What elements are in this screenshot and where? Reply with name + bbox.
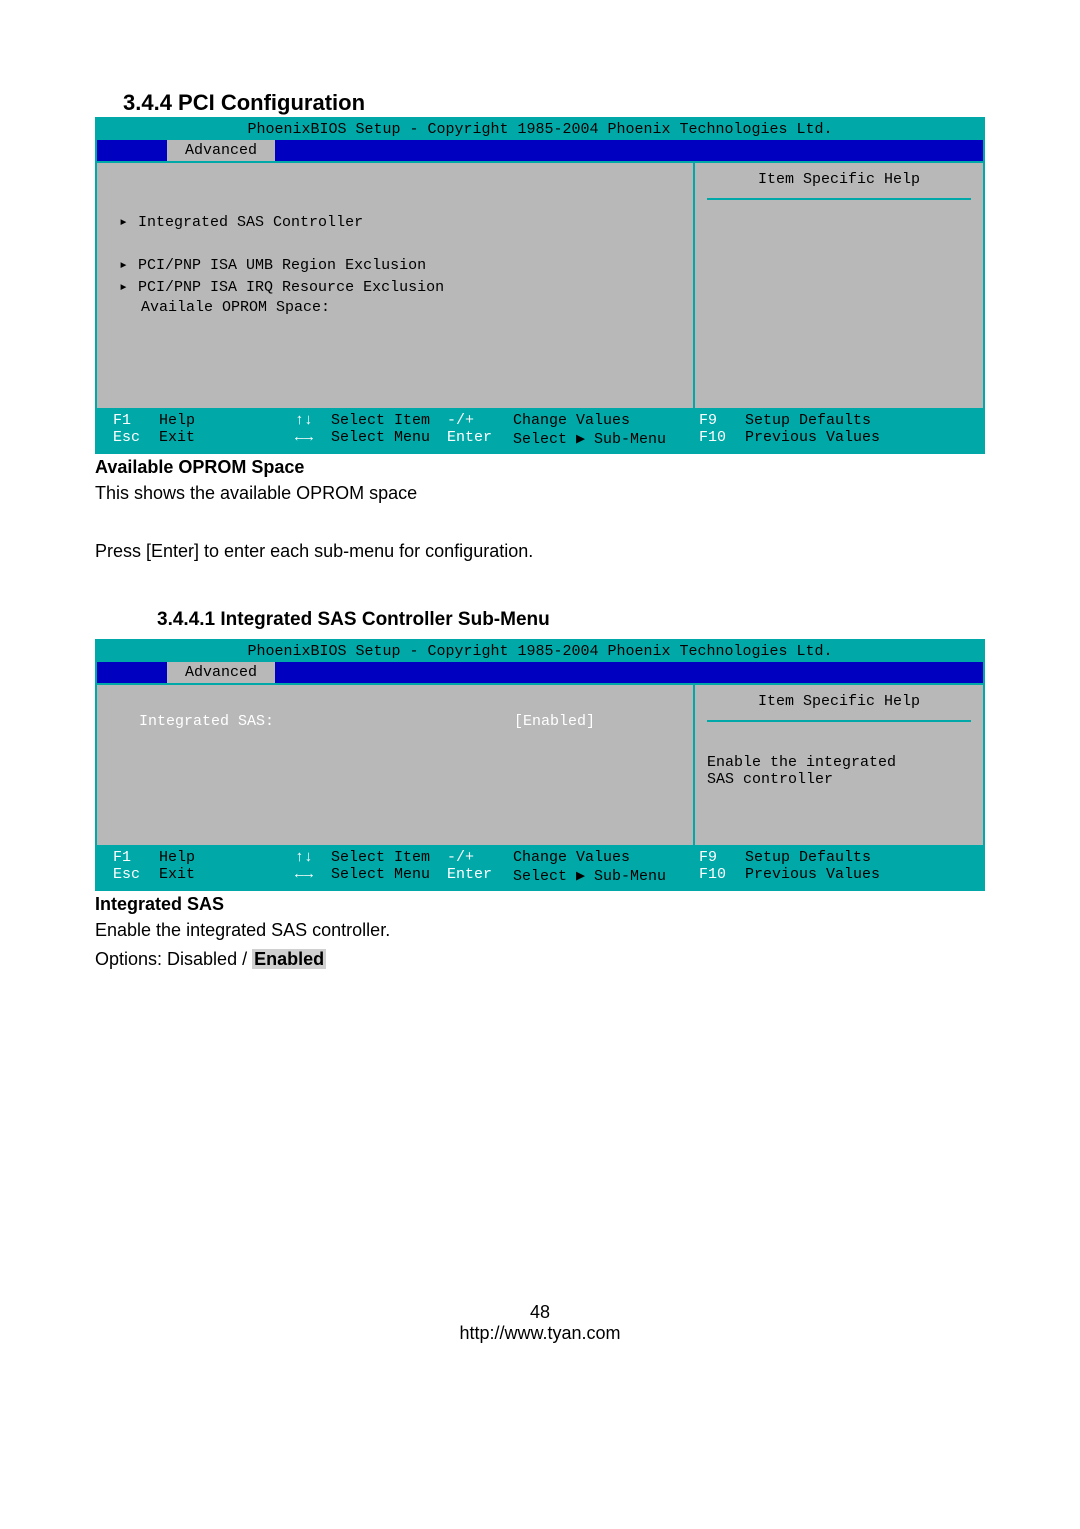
text-options: Options: Disabled / Enabled xyxy=(95,947,985,972)
action-select-item: Select Item xyxy=(331,849,441,866)
action-select-submenu: Select ▶ Sub-Menu xyxy=(513,866,693,885)
action-setup-defaults: Setup Defaults xyxy=(745,849,871,866)
bios-tab-advanced[interactable]: Advanced xyxy=(167,140,275,161)
bios-help-panel-2: Item Specific Help Enable the integrated… xyxy=(693,685,983,845)
key-plusminus: -/+ xyxy=(447,412,507,429)
text-available-oprom: This shows the available OPROM space xyxy=(95,481,985,506)
bios-screen-sas-submenu: PhoenixBIOS Setup - Copyright 1985-2004 … xyxy=(95,639,985,891)
action-help: Help xyxy=(159,412,289,429)
menu-label: PCI/PNP ISA IRQ Resource Exclusion xyxy=(138,279,444,296)
setting-integrated-sas[interactable]: Integrated SAS: [Enabled] xyxy=(115,713,675,730)
bios-tab-spacer xyxy=(97,140,167,161)
options-prefix: Options: Disabled / xyxy=(95,949,252,969)
action-select-item: Select Item xyxy=(331,412,441,429)
text-press-enter: Press [Enter] to enter each sub-menu for… xyxy=(95,539,985,564)
key-leftright: ←→ xyxy=(295,429,325,448)
action-change-values: Change Values xyxy=(513,849,693,866)
key-f10: F10 xyxy=(699,866,739,885)
page-footer: 48 http://www.tyan.com xyxy=(95,1302,985,1344)
page-number: 48 xyxy=(95,1302,985,1323)
bios-main-1: ▸ Integrated SAS Controller ▸ PCI/PNP ISA … xyxy=(97,163,693,408)
bios-header-2: PhoenixBIOS Setup - Copyright 1985-2004 … xyxy=(97,641,983,662)
action-select-menu: Select Menu xyxy=(331,429,441,448)
menu-item-oprom-space: Availale OPROM Space: xyxy=(115,299,675,316)
bios-footer-1: F1 Help ↑↓ Select Item -/+ Change Values… xyxy=(97,408,983,452)
action-select-menu: Select Menu xyxy=(331,866,441,885)
bios-help-title-1: Item Specific Help xyxy=(707,171,971,200)
action-help: Help xyxy=(159,849,289,866)
action-exit: Exit xyxy=(159,429,289,448)
submenu-arrow-icon: ▸ xyxy=(119,257,128,274)
key-leftright: ←→ xyxy=(295,866,325,885)
key-esc: Esc xyxy=(113,429,153,448)
key-f9: F9 xyxy=(699,412,739,429)
action-exit: Exit xyxy=(159,866,289,885)
bios-help-panel-1: Item Specific Help xyxy=(693,163,983,408)
action-setup-defaults: Setup Defaults xyxy=(745,412,871,429)
subheading-available-oprom: Available OPROM Space xyxy=(95,457,985,478)
bios-tab-advanced-2[interactable]: Advanced xyxy=(167,662,275,683)
option-default-enabled: Enabled xyxy=(252,949,326,969)
submenu-arrow-icon: ▸ xyxy=(119,214,128,231)
setting-value: [Enabled] xyxy=(514,713,595,730)
bios-help-title-2: Item Specific Help xyxy=(707,693,971,722)
section-heading-3441: 3.4.4.1 Integrated SAS Controller Sub-Me… xyxy=(157,609,985,631)
section-heading-344: 3.4.4 PCI Configuration xyxy=(123,90,985,116)
text-integrated-sas: Enable the integrated SAS controller. xyxy=(95,918,985,943)
key-esc: Esc xyxy=(113,866,153,885)
menu-label: Availale OPROM Space: xyxy=(141,299,330,316)
subheading-integrated-sas: Integrated SAS xyxy=(95,894,985,915)
bios-tabs-1: Advanced xyxy=(97,140,983,161)
key-plusminus: -/+ xyxy=(447,849,507,866)
key-updown: ↑↓ xyxy=(295,849,325,866)
menu-label: PCI/PNP ISA UMB Region Exclusion xyxy=(138,257,426,274)
setting-label: Integrated SAS: xyxy=(115,713,274,730)
key-updown: ↑↓ xyxy=(295,412,325,429)
key-f9: F9 xyxy=(699,849,739,866)
action-previous-values: Previous Values xyxy=(745,429,880,448)
bios-main-2: Integrated SAS: [Enabled] xyxy=(97,685,693,845)
menu-label: Integrated SAS Controller xyxy=(138,214,363,231)
key-enter: Enter xyxy=(447,866,507,885)
key-f1: F1 xyxy=(113,849,153,866)
bios-footer-2: F1 Help ↑↓ Select Item -/+ Change Values… xyxy=(97,845,983,889)
bios-help-text-line1: Enable the integrated xyxy=(707,754,971,771)
bios-tab-spacer xyxy=(97,662,167,683)
action-previous-values: Previous Values xyxy=(745,866,880,885)
page-url: http://www.tyan.com xyxy=(95,1323,985,1344)
key-enter: Enter xyxy=(447,429,507,448)
submenu-arrow-icon: ▸ xyxy=(119,279,128,296)
bios-screen-pci-config: PhoenixBIOS Setup - Copyright 1985-2004 … xyxy=(95,117,985,454)
action-change-values: Change Values xyxy=(513,412,693,429)
key-f10: F10 xyxy=(699,429,739,448)
bios-header-1: PhoenixBIOS Setup - Copyright 1985-2004 … xyxy=(97,119,983,140)
menu-item-sas-controller[interactable]: ▸ Integrated SAS Controller xyxy=(115,212,675,231)
action-select-submenu: Select ▶ Sub-Menu xyxy=(513,429,693,448)
bios-help-text-line2: SAS controller xyxy=(707,771,971,788)
menu-item-irq-exclusion[interactable]: ▸ PCI/PNP ISA IRQ Resource Exclusion xyxy=(115,277,675,296)
key-f1: F1 xyxy=(113,412,153,429)
bios-tabs-2: Advanced xyxy=(97,662,983,683)
menu-item-umb-exclusion[interactable]: ▸ PCI/PNP ISA UMB Region Exclusion xyxy=(115,255,675,274)
